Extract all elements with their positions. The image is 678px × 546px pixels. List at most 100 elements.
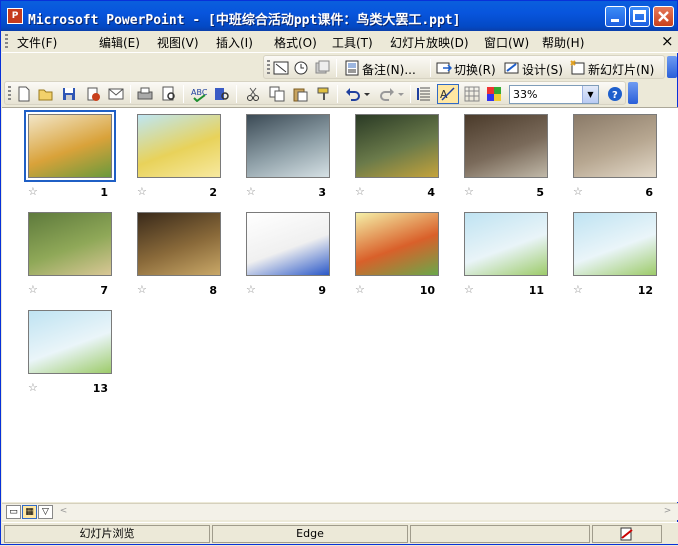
expand-all-icon[interactable] (417, 86, 433, 102)
menu-bar: 文件(F) 编辑(E) 视图(V) 插入(I) 格式(O) 工具(T) 幻灯片放… (2, 31, 678, 53)
star-icon[interactable]: ☆ (246, 284, 258, 296)
toolbar-separator (130, 85, 131, 103)
research-icon[interactable] (214, 86, 230, 102)
slide-thumbnail[interactable] (355, 212, 439, 276)
slide-number: 5 (536, 186, 544, 199)
star-icon[interactable]: ☆ (246, 186, 258, 198)
slide-number: 9 (318, 284, 326, 297)
slide-thumbnail[interactable] (24, 110, 116, 182)
design-button[interactable]: 设计(S) (522, 61, 563, 78)
slide-thumbnail[interactable] (137, 212, 221, 276)
powerpoint-window: P Microsoft PowerPoint - [中班综合活动ppt课件：鸟类… (0, 0, 678, 545)
show-formatting-icon: A (440, 87, 455, 101)
email-icon[interactable] (108, 86, 124, 102)
menu-item-file[interactable]: 文件(F) (17, 34, 57, 51)
close-icon (658, 11, 669, 22)
powerpoint-app-icon[interactable]: P (7, 8, 23, 24)
scroll-right-button[interactable]: > (660, 505, 675, 519)
color-icon[interactable] (486, 86, 502, 102)
title-bar[interactable]: P Microsoft PowerPoint - [中班综合活动ppt课件：鸟类… (1, 1, 677, 31)
star-icon[interactable]: ☆ (28, 186, 40, 198)
summary-slide-icon[interactable] (314, 60, 330, 76)
notes-icon[interactable] (344, 60, 360, 76)
slide-thumbnail[interactable] (28, 310, 112, 374)
spelling-status-icon[interactable] (619, 527, 635, 541)
notes-button[interactable]: 备注(N)... (362, 61, 416, 78)
star-icon[interactable]: ☆ (573, 284, 585, 296)
close-document-button[interactable]: × (661, 32, 674, 50)
minimize-button[interactable] (605, 6, 626, 27)
transition-button[interactable]: 切换(R) (454, 61, 496, 78)
slide-thumbnail[interactable] (355, 114, 439, 178)
zoom-select[interactable]: 33% ▼ (509, 85, 599, 104)
slide-sorter-pane[interactable]: ☆ 1 ☆ 2 ☆ 3 ☆ 4 ☆ 5 ☆ 6 ☆ 7 ☆ 8 ☆ 9 ☆ 10 ☆ 11 ☆ 12 ☆ 13 (2, 107, 678, 502)
slide-number: 7 (100, 284, 108, 297)
star-icon[interactable]: ☆ (355, 284, 367, 296)
star-icon[interactable]: ☆ (464, 284, 476, 296)
toolbar-options-button[interactable] (667, 56, 677, 78)
menu-item-tools[interactable]: 工具(T) (332, 34, 373, 51)
slide-thumbnail[interactable] (137, 114, 221, 178)
undo-dropdown-icon[interactable] (362, 86, 372, 102)
scroll-left-button[interactable]: < (56, 505, 71, 519)
menu-item-view[interactable]: 视图(V) (157, 34, 199, 51)
toolbar-grip[interactable] (8, 86, 11, 102)
maximize-button[interactable] (629, 6, 650, 27)
copy-icon[interactable] (269, 86, 285, 102)
help-icon[interactable]: ? (607, 86, 623, 102)
toolbar-grip[interactable] (267, 60, 270, 76)
undo-icon[interactable] (345, 86, 361, 102)
open-folder-icon[interactable] (38, 86, 54, 102)
minimize-icon (611, 19, 619, 22)
redo-dropdown-icon[interactable] (396, 86, 406, 102)
toolbar-separator (337, 85, 338, 103)
slide-thumbnail[interactable] (28, 212, 112, 276)
transition-icon[interactable] (436, 60, 452, 76)
menu-item-insert[interactable]: 插入(I) (216, 34, 253, 51)
menu-item-help[interactable]: 帮助(H) (542, 34, 584, 51)
status-design-name: Edge (212, 525, 408, 543)
normal-view-button[interactable]: ▭ (6, 505, 21, 519)
star-icon[interactable]: ☆ (464, 186, 476, 198)
cut-icon[interactable] (245, 86, 261, 102)
print-icon[interactable] (137, 86, 153, 102)
close-button[interactable] (653, 6, 674, 27)
slide-thumbnail[interactable] (464, 114, 548, 178)
star-icon[interactable]: ☆ (28, 382, 40, 394)
slide-thumbnail[interactable] (464, 212, 548, 276)
slide-thumbnail[interactable] (246, 114, 330, 178)
hide-slide-icon[interactable] (273, 60, 289, 76)
slide-thumbnail[interactable] (573, 212, 657, 276)
slide-sorter-toolbar: 备注(N)... 切换(R) 设计(S) 新幻灯片(N) (263, 55, 665, 79)
chevron-down-icon[interactable]: ▼ (582, 86, 598, 103)
slide-thumbnail[interactable] (573, 114, 657, 178)
save-icon[interactable] (61, 86, 77, 102)
slide-sorter-view-button[interactable]: ▦ (22, 505, 37, 519)
print-preview-icon[interactable] (161, 86, 177, 102)
paste-icon[interactable] (292, 86, 308, 102)
new-document-icon[interactable] (16, 86, 32, 102)
new-slide-icon[interactable] (570, 60, 586, 76)
star-icon[interactable]: ☆ (355, 186, 367, 198)
menubar-grip[interactable] (5, 34, 8, 50)
redo-icon[interactable] (379, 86, 395, 102)
slide-thumbnail[interactable] (246, 212, 330, 276)
toolbar-options-button[interactable] (628, 82, 638, 104)
spelling-icon[interactable]: ABC (191, 86, 207, 102)
star-icon[interactable]: ☆ (28, 284, 40, 296)
menu-item-slideshow[interactable]: 幻灯片放映(D) (390, 34, 469, 51)
slideshow-view-button[interactable]: ▽ (38, 505, 53, 519)
format-painter-icon[interactable] (316, 86, 332, 102)
menu-item-format[interactable]: 格式(O) (274, 34, 317, 51)
menu-item-edit[interactable]: 编辑(E) (99, 34, 140, 51)
formatting-toggle-button[interactable]: A (437, 84, 459, 104)
menu-item-window[interactable]: 窗口(W) (484, 34, 529, 51)
permission-icon[interactable] (85, 86, 101, 102)
star-icon[interactable]: ☆ (137, 186, 149, 198)
star-icon[interactable]: ☆ (137, 284, 149, 296)
rehearse-timings-icon[interactable] (293, 60, 309, 76)
design-icon[interactable] (504, 60, 520, 76)
star-icon[interactable]: ☆ (573, 186, 585, 198)
grayscale-icon[interactable] (464, 86, 480, 102)
new-slide-button[interactable]: 新幻灯片(N) (588, 61, 654, 78)
